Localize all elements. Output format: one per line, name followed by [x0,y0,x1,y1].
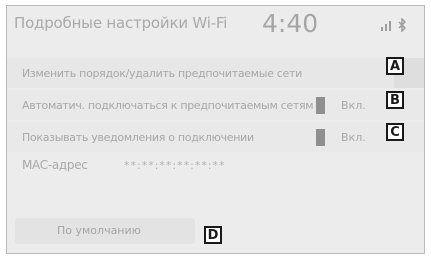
notify-toggle[interactable]: Вкл. [307,122,387,152]
default-button[interactable]: По умолчанию [15,218,195,244]
notify-state: Вкл. [341,131,366,144]
reorder-networks-label: Изменить порядок/удалить предпочитаемые … [22,67,302,80]
clock: 4:40 [262,9,319,38]
header-bar: Подробные настройки Wi-Fi 4:40 [7,6,424,44]
reorder-networks-button[interactable]: Изменить порядок/удалить предпочитаемые … [7,58,424,88]
auto-connect-toggle[interactable]: Вкл. [307,90,387,120]
page-title: Подробные настройки Wi-Fi [14,14,228,32]
auto-connect-label: Автоматич. подключаться к предпочитаемым… [22,99,314,112]
bluetooth-icon [398,18,407,32]
status-icons [377,17,417,33]
mac-address-label: MAC-адрес [22,158,88,172]
callout-d: D [204,226,222,244]
auto-connect-state: Вкл. [341,99,366,112]
signal-icon [381,21,391,31]
notify-row[interactable]: Показывать уведомления о подключении Вкл… [7,122,424,152]
wifi-settings-screen: Подробные настройки Wi-Fi 4:40 Изменить … [6,5,425,254]
notify-label: Показывать уведомления о подключении [22,131,254,144]
callout-c: C [386,123,404,141]
notify-indicator [316,129,325,146]
callout-a: A [386,57,404,75]
mac-address-value: **:**:**:**:**:** [124,159,226,172]
callout-b: B [386,91,404,109]
default-button-label: По умолчанию [57,224,141,237]
auto-connect-indicator [316,97,325,114]
auto-connect-row[interactable]: Автоматич. подключаться к предпочитаемым… [7,90,424,120]
